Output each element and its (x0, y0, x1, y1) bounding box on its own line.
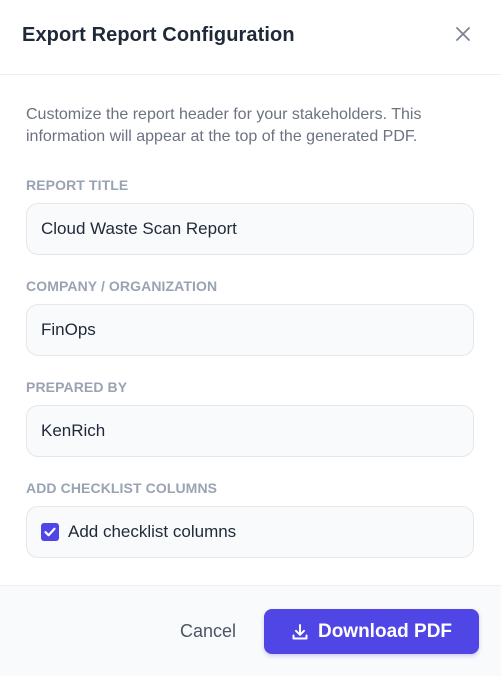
dialog-description: Customize the report header for your sta… (26, 106, 422, 145)
company-label: COMPANY / ORGANIZATION (26, 278, 218, 294)
checkmark-icon (44, 527, 56, 537)
prepared-by-field-box (26, 405, 474, 457)
download-icon (291, 623, 309, 641)
dialog-title: Export Report Configuration (22, 24, 295, 46)
prepared-by-label: PREPARED BY (26, 379, 128, 395)
report-title-label: REPORT TITLE (26, 177, 129, 193)
report-title-field-box (26, 203, 474, 255)
checklist-field-box: Add checklist columns (26, 506, 474, 558)
export-report-dialog: Export Report Configuration Customize th… (0, 0, 501, 676)
dialog-header: Export Report Configuration (0, 0, 501, 75)
checklist-toggle-row[interactable]: Add checklist columns (27, 507, 473, 557)
company-input[interactable] (27, 305, 473, 355)
prepared-by-input[interactable] (27, 406, 473, 456)
close-button[interactable] (450, 23, 476, 49)
report-title-input[interactable] (27, 204, 473, 254)
download-pdf-label: Download PDF (317, 620, 453, 642)
checklist-checkbox-label[interactable]: Add checklist columns (68, 522, 236, 542)
download-pdf-button[interactable]: Download PDF (264, 609, 479, 654)
checklist-columns-label: ADD CHECKLIST COLUMNS (26, 480, 218, 496)
company-field-box (26, 304, 474, 356)
close-icon (455, 26, 471, 47)
dialog-footer: Cancel Download PDF (0, 585, 501, 676)
cancel-button[interactable]: Cancel (165, 608, 251, 654)
checklist-checkbox[interactable] (41, 523, 59, 541)
